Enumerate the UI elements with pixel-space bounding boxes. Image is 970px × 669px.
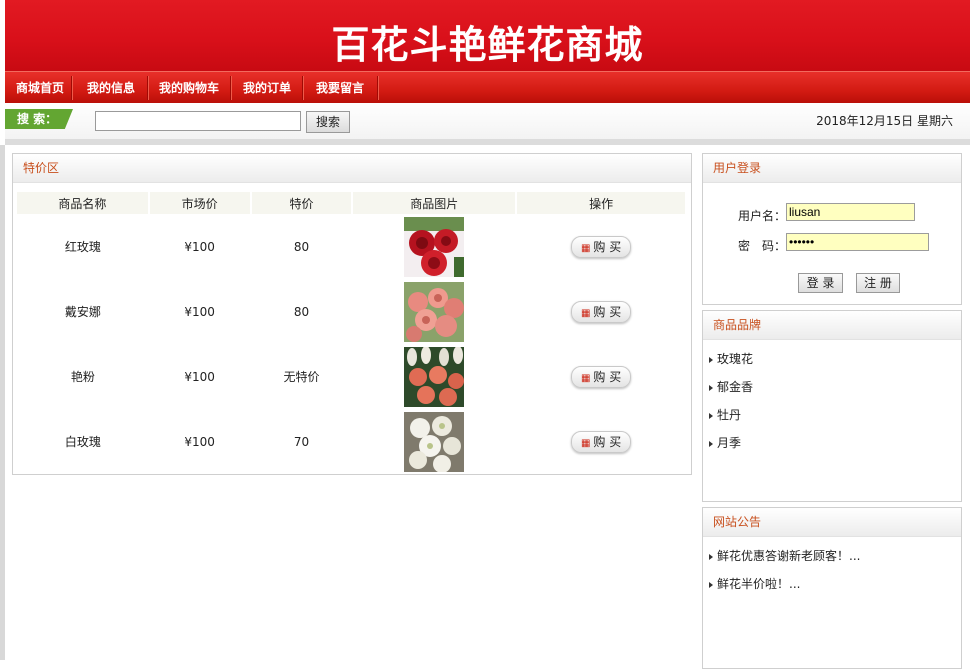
bullet-icon xyxy=(709,553,713,560)
buy-button[interactable]: ▦ 购 买 xyxy=(571,300,632,323)
list-item[interactable]: 玫瑰花 xyxy=(709,351,753,379)
special-price: 80 xyxy=(293,304,310,319)
buy-button[interactable]: ▦ 购 买 xyxy=(571,365,632,388)
header-divider xyxy=(5,139,970,145)
cart-icon: ▦ xyxy=(580,437,591,449)
search-input[interactable] xyxy=(95,111,301,131)
list-item[interactable]: 鲜花半价啦！... xyxy=(709,576,860,604)
search-button[interactable]: 搜索 xyxy=(306,111,350,133)
table-row: 戴安娜 ¥100 80 ▦ 购 买 xyxy=(17,279,686,344)
left-edge-rail xyxy=(0,145,5,660)
cart-icon: ▦ xyxy=(580,372,591,384)
special-offers-table: 商品名称 市场价 特价 商品图片 操作 红玫瑰 ¥100 80 ▦ 购 买 戴安… xyxy=(17,192,687,474)
table-header-row: 商品名称 市场价 特价 商品图片 操作 xyxy=(17,192,687,214)
special-price: 80 xyxy=(293,239,310,254)
register-button[interactable]: 注 册 xyxy=(856,273,900,293)
nav-divider xyxy=(302,76,304,100)
special-price: 70 xyxy=(293,434,310,449)
red-rose-photo[interactable] xyxy=(404,216,465,277)
bullet-icon xyxy=(709,440,713,447)
brands-panel: 商品品牌 玫瑰花 郁金香 牡丹 月季 xyxy=(702,310,962,502)
special-price: 无特价 xyxy=(283,370,320,384)
nav-my-orders[interactable]: 我的订单 xyxy=(243,72,291,104)
nav-divider xyxy=(147,76,149,100)
salmon-rose-photo[interactable] xyxy=(404,346,465,407)
table-row: 白玫瑰 ¥100 70 ▦ 购 买 xyxy=(17,409,686,474)
buy-button[interactable]: ▦ 购 买 xyxy=(571,235,632,258)
column-header: 商品名称 xyxy=(17,192,150,214)
nav-my-cart[interactable]: 我的购物车 xyxy=(159,72,219,104)
product-name: 白玫瑰 xyxy=(64,435,101,449)
panel-title: 用户登录 xyxy=(703,154,961,183)
nav-divider xyxy=(71,76,73,100)
product-name: 红玫瑰 xyxy=(64,240,101,254)
market-price: ¥100 xyxy=(184,369,215,384)
product-name: 戴安娜 xyxy=(64,305,101,319)
product-name: 艳粉 xyxy=(70,370,95,384)
cart-icon: ▦ xyxy=(580,242,591,254)
bullet-icon xyxy=(709,384,713,391)
panel-title: 特价区 xyxy=(13,154,691,183)
password-field[interactable] xyxy=(786,233,929,251)
nav-home[interactable]: 商城首页 xyxy=(16,72,64,104)
special-offers-panel: 特价区 商品名称 市场价 特价 商品图片 操作 红玫瑰 ¥100 80 ▦ 购 … xyxy=(12,153,692,475)
buy-button[interactable]: ▦ 购 买 xyxy=(571,430,632,453)
panel-title: 商品品牌 xyxy=(703,311,961,340)
nav-my-info[interactable]: 我的信息 xyxy=(87,72,135,104)
password-label: 密 码： xyxy=(738,239,787,253)
column-header: 市场价 xyxy=(148,192,252,214)
nav-leave-message[interactable]: 我要留言 xyxy=(316,72,364,104)
username-field[interactable] xyxy=(786,203,915,221)
list-item[interactable]: 月季 xyxy=(709,435,753,463)
site-title: 百花斗艳鲜花商城 xyxy=(331,23,644,67)
table-row: 艳粉 ¥100 无特价 ▦ 购 买 xyxy=(17,344,686,409)
column-header: 操作 xyxy=(516,192,687,214)
username-label: 用户名： xyxy=(738,209,787,223)
notice-panel: 网站公告 鲜花优惠答谢新老顾客！... 鲜花半价啦！... xyxy=(702,507,962,669)
market-price: ¥100 xyxy=(184,304,215,319)
login-button[interactable]: 登 录 xyxy=(798,273,843,293)
panel-title: 网站公告 xyxy=(703,508,961,537)
search-bar: 搜 索： 搜索 2018年12月15日 星期六 xyxy=(5,103,970,139)
column-header: 商品图片 xyxy=(352,192,518,214)
nav-divider xyxy=(230,76,232,100)
list-item[interactable]: 牡丹 xyxy=(709,407,753,435)
column-header: 特价 xyxy=(250,192,354,214)
table-row: 红玫瑰 ¥100 80 ▦ 购 买 xyxy=(17,214,686,279)
cart-icon: ▦ xyxy=(580,307,591,319)
list-item[interactable]: 鲜花优惠答谢新老顾客！... xyxy=(709,548,860,576)
market-price: ¥100 xyxy=(184,434,215,449)
pink-rose-photo[interactable] xyxy=(404,281,465,342)
market-price: ¥100 xyxy=(184,239,215,254)
current-date: 2018年12月15日 星期六 xyxy=(816,114,953,128)
bullet-icon xyxy=(709,412,713,419)
white-rose-photo[interactable] xyxy=(404,411,465,472)
bullet-icon xyxy=(709,581,713,588)
nav-divider xyxy=(377,76,379,100)
search-label: 搜 索： xyxy=(5,109,73,129)
list-item[interactable]: 郁金香 xyxy=(709,379,753,407)
site-header: 百花斗艳鲜花商城 xyxy=(5,0,970,71)
bullet-icon xyxy=(709,356,713,363)
notice-list: 鲜花优惠答谢新老顾客！... 鲜花半价啦！... xyxy=(709,548,860,604)
login-panel: 用户登录 用户名： 密 码： 登 录 注 册 xyxy=(702,153,962,305)
brand-list: 玫瑰花 郁金香 牡丹 月季 xyxy=(709,351,753,463)
main-nav: 商城首页 我的信息 我的购物车 我的订单 我要留言 xyxy=(5,71,970,104)
